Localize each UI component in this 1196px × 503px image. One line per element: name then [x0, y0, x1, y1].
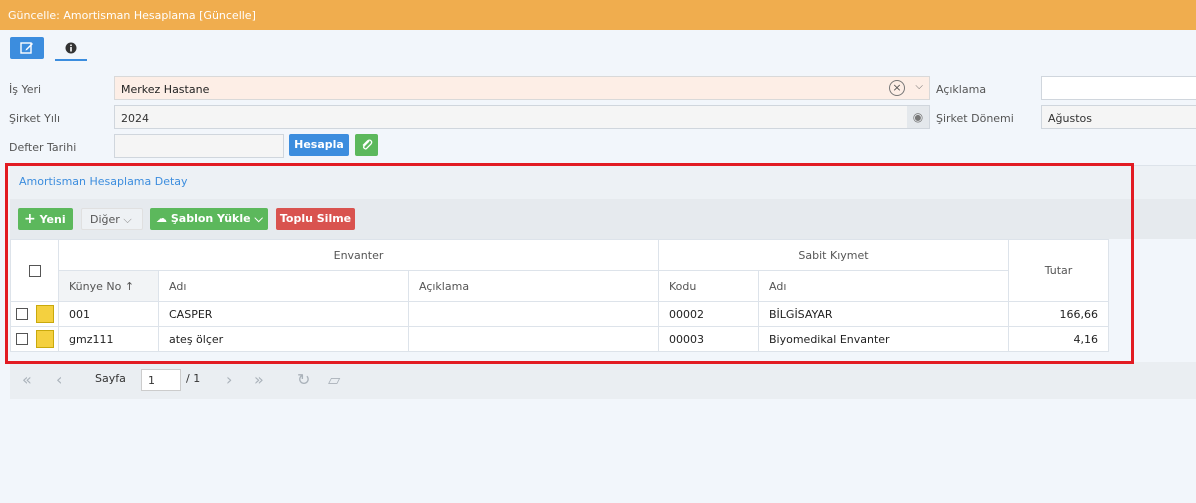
info-icon: [65, 42, 77, 53]
sabit-kiymet-group-header: Sabit Kıymet: [658, 239, 1009, 271]
last-page-icon[interactable]: »: [254, 370, 264, 389]
yeni-label: Yeni: [39, 213, 66, 226]
row-select-cell: [10, 301, 59, 327]
kodu-cell: 00003: [658, 326, 759, 352]
kodu-cell: 00002: [658, 301, 759, 327]
sabit-adi-header[interactable]: Adı: [758, 270, 1009, 302]
tutar-cell: 4,16: [1008, 326, 1109, 352]
top-toolbar: [0, 30, 1196, 64]
is-yeri-value: Merkez Hastane: [121, 83, 210, 96]
eraser-icon[interactable]: ▱: [328, 370, 340, 389]
refresh-icon[interactable]: ↻: [297, 370, 310, 389]
row-select-cell: [10, 326, 59, 352]
sirket-yili-value: 2024: [121, 112, 149, 125]
defter-tarihi-input[interactable]: [114, 134, 284, 158]
page-total: / 1: [186, 372, 201, 385]
envanter-group-header: Envanter: [58, 239, 659, 271]
edit-note-icon[interactable]: [35, 330, 54, 348]
tutar-header[interactable]: Tutar: [1008, 239, 1109, 302]
sayfa-label: Sayfa: [95, 372, 126, 385]
sirket-donemi-label: Şirket Dönemi: [936, 112, 1014, 125]
next-page-icon[interactable]: ›: [226, 370, 232, 389]
hesapla-button[interactable]: Hesapla: [289, 134, 349, 156]
yeni-button[interactable]: + Yeni: [18, 208, 73, 230]
info-tab[interactable]: [55, 36, 87, 61]
plus-icon: +: [24, 211, 36, 227]
table-row[interactable]: gmz111 ateş ölçer 00003 Biyomedikal Enva…: [10, 326, 1109, 352]
sort-up-icon: ↑: [124, 279, 135, 293]
sabit-adi-cell: Biyomedikal Envanter: [758, 326, 1009, 352]
is-yeri-select[interactable]: Merkez Hastane × ⌵: [114, 76, 930, 100]
diger-label: Diğer: [90, 213, 120, 226]
defter-tarihi-label: Defter Tarihi: [9, 141, 77, 154]
sabit-adi-cell: BİLGİSAYAR: [758, 301, 1009, 327]
edit-button[interactable]: [10, 37, 44, 59]
adi-header[interactable]: Adı: [158, 270, 409, 302]
page-input[interactable]: 1: [141, 369, 181, 391]
sirket-donemi-field[interactable]: Ağustos: [1041, 105, 1196, 129]
aciklama-label: Açıklama: [936, 83, 987, 96]
row-checkbox[interactable]: [16, 333, 28, 345]
chevron-down-icon[interactable]: ⌵: [915, 81, 923, 92]
aciklama-cell: [408, 301, 659, 327]
eye-icon[interactable]: ◉: [907, 106, 929, 128]
pencil-square-icon: [20, 42, 33, 54]
sablon-label: Şablon Yükle: [170, 212, 251, 225]
sablon-yukle-button[interactable]: ☁ Şablon Yükle ⌵: [150, 208, 268, 230]
edit-note-icon[interactable]: [35, 305, 54, 323]
sirket-yili-label: Şirket Yılı: [9, 112, 61, 125]
kunye-no-header[interactable]: Künye No ↑: [58, 270, 159, 302]
toplu-silme-button[interactable]: Toplu Silme: [276, 208, 355, 230]
kunye-cell: 001: [58, 301, 159, 327]
chevron-down-icon: ⌵: [254, 212, 263, 225]
chevron-down-icon: ⌵: [123, 213, 132, 226]
diger-dropdown[interactable]: Diğer ⌵: [81, 208, 143, 230]
kodu-header[interactable]: Kodu: [658, 270, 759, 302]
is-yeri-label: İş Yeri: [9, 83, 42, 96]
tutar-cell: 166,66: [1008, 301, 1109, 327]
clear-icon[interactable]: ×: [889, 80, 905, 96]
select-all-checkbox[interactable]: [28, 265, 41, 277]
first-page-icon[interactable]: «: [22, 370, 32, 389]
adi-cell: ateş ölçer: [158, 326, 409, 352]
attach-button[interactable]: [355, 134, 378, 156]
panel-title: Amortisman Hesaplama Detay: [19, 175, 188, 188]
pager: « ‹ Sayfa / 1 › » ↻ ▱: [10, 362, 1196, 399]
window-title: Güncelle: Amortisman Hesaplama [Güncelle…: [0, 0, 1196, 30]
aciklama-cell: [408, 326, 659, 352]
row-checkbox[interactable]: [16, 308, 28, 320]
kunye-cell: gmz111: [58, 326, 159, 352]
sirket-yili-field[interactable]: 2024 ◉: [114, 105, 930, 129]
cloud-upload-icon: ☁: [156, 212, 167, 225]
prev-page-icon[interactable]: ‹: [56, 370, 62, 389]
select-all-cell: [10, 239, 59, 302]
adi-cell: CASPER: [158, 301, 409, 327]
table-row[interactable]: 001 CASPER 00002 BİLGİSAYAR 166,66: [10, 301, 1109, 327]
kunye-no-label: Künye No: [69, 279, 122, 293]
paperclip-icon: [362, 139, 372, 150]
aciklama-header[interactable]: Açıklama: [408, 270, 659, 302]
aciklama-input[interactable]: [1041, 76, 1196, 100]
detail-grid: Envanter Sabit Kıymet Tutar Künye No ↑ A…: [10, 239, 1109, 352]
